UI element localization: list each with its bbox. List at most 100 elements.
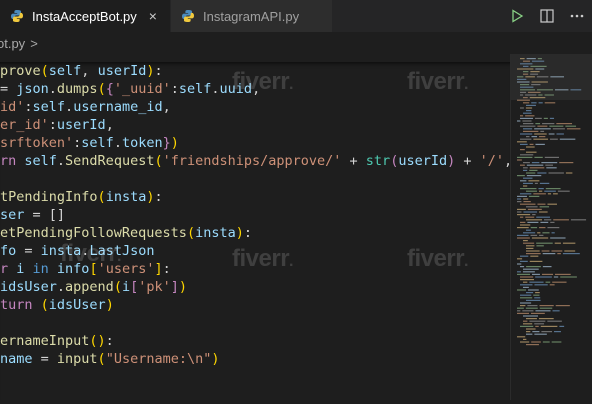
split-editor-icon[interactable] bbox=[532, 0, 562, 32]
minimap-line bbox=[523, 211, 538, 213]
minimap-line bbox=[520, 115, 524, 117]
code-line[interactable]: idsUser.append(i['pk']) bbox=[0, 278, 510, 296]
run-icon[interactable] bbox=[502, 0, 532, 32]
minimap-line bbox=[545, 188, 561, 190]
minimap-line bbox=[517, 227, 529, 229]
minimap-line bbox=[527, 208, 542, 210]
minimap-line bbox=[565, 172, 573, 174]
code-token: info bbox=[56, 261, 90, 277]
minimap-line bbox=[554, 242, 561, 244]
minimap-line bbox=[523, 182, 533, 184]
code-line[interactable]: etPendingFollowRequests(insta): bbox=[0, 224, 510, 242]
minimap-line bbox=[532, 214, 536, 216]
minimap-line bbox=[522, 271, 535, 273]
code-line[interactable]: ser = [] bbox=[0, 206, 510, 224]
minimap-line bbox=[553, 276, 559, 278]
more-actions-icon[interactable] bbox=[562, 0, 592, 32]
code-line[interactable]: name = input("Username:\n") bbox=[0, 350, 510, 368]
minimap-line bbox=[526, 292, 534, 294]
close-icon[interactable]: × bbox=[149, 8, 157, 24]
tab-insta-accept-bot[interactable]: InstaAcceptBot.py × bbox=[0, 0, 170, 32]
code-line[interactable]: = json.dumps({'_uuid':self.uuid, bbox=[0, 80, 510, 98]
code-line[interactable]: ernameInput(): bbox=[0, 332, 510, 350]
minimap-line bbox=[523, 281, 528, 283]
minimap-line bbox=[538, 188, 544, 190]
code-editor[interactable]: prove(self, userId): = json.dumps({'_uuid… bbox=[0, 62, 510, 400]
minimap-line bbox=[520, 260, 528, 262]
minimap-line bbox=[529, 143, 534, 145]
minimap-line bbox=[526, 344, 539, 346]
code-token: ) bbox=[105, 297, 114, 313]
code-token: 'users' bbox=[97, 261, 155, 277]
code-line[interactable]: tPendingInfo(insta): bbox=[0, 188, 510, 206]
code-token: SendRequest bbox=[65, 153, 155, 169]
minimap-line bbox=[517, 198, 522, 200]
minimap-line bbox=[526, 175, 542, 177]
minimap-line bbox=[531, 136, 538, 138]
code-token: insta bbox=[105, 189, 147, 205]
minimap-line bbox=[523, 177, 533, 179]
code-token: LastJson bbox=[89, 243, 155, 259]
minimap-line bbox=[559, 325, 565, 327]
code-line[interactable]: rn self.SendRequest('friendships/approve… bbox=[0, 152, 510, 170]
code-line[interactable]: srftoken':self.token}) bbox=[0, 134, 510, 152]
minimap-line bbox=[529, 281, 544, 283]
tab-instagram-api[interactable]: InstagramAPI.py bbox=[170, 0, 332, 32]
code-line[interactable]: turn (idsUser) bbox=[0, 296, 510, 314]
minimap-line bbox=[526, 206, 538, 208]
code-line[interactable]: id':self.username_id, bbox=[0, 98, 510, 116]
code-line[interactable] bbox=[0, 314, 510, 332]
minimap-line bbox=[526, 247, 534, 249]
minimap-line bbox=[520, 297, 533, 299]
minimap-line bbox=[526, 151, 537, 153]
code-token: , bbox=[81, 63, 98, 79]
minimap-line bbox=[520, 107, 524, 109]
minimap-line bbox=[534, 297, 541, 299]
minimap-line bbox=[520, 125, 536, 127]
minimap-line bbox=[545, 164, 553, 166]
minimap[interactable] bbox=[511, 54, 592, 400]
minimap-line bbox=[520, 193, 532, 195]
breadcrumb-file[interactable]: ot.py bbox=[0, 36, 25, 51]
code-token: userId bbox=[56, 117, 106, 133]
minimap-line bbox=[541, 331, 553, 333]
code-line[interactable]: prove(self, userId): bbox=[0, 62, 510, 80]
minimap-line bbox=[517, 237, 530, 239]
minimap-line bbox=[520, 224, 531, 226]
code-token: , bbox=[105, 117, 114, 133]
minimap-line bbox=[526, 331, 531, 333]
minimap-line bbox=[538, 318, 554, 320]
breadcrumb[interactable]: ot.py > bbox=[0, 32, 592, 54]
minimap-line bbox=[542, 266, 552, 268]
minimap-line bbox=[555, 273, 571, 275]
minimap-line bbox=[520, 221, 526, 223]
minimap-slider[interactable] bbox=[511, 54, 592, 100]
code-token: ( bbox=[40, 63, 49, 79]
code-token: r bbox=[0, 261, 17, 277]
minimap-line bbox=[535, 276, 552, 278]
minimap-line bbox=[517, 258, 523, 260]
minimap-line bbox=[527, 221, 539, 223]
minimap-line bbox=[536, 242, 553, 244]
minimap-line bbox=[526, 245, 535, 247]
minimap-line bbox=[566, 128, 581, 130]
code-line[interactable] bbox=[0, 170, 510, 188]
minimap-line bbox=[550, 138, 558, 140]
code-token: str bbox=[365, 153, 391, 169]
code-line[interactable]: er_id':userId, bbox=[0, 116, 510, 134]
code-token: id' bbox=[0, 99, 25, 115]
minimap-line bbox=[529, 320, 546, 322]
code-token: ( bbox=[97, 189, 106, 205]
minimap-line bbox=[557, 190, 570, 192]
code-token: : bbox=[24, 99, 33, 115]
minimap-line bbox=[525, 216, 535, 218]
code-token: ) bbox=[235, 225, 244, 241]
code-line[interactable]: r i in info['users']: bbox=[0, 260, 510, 278]
minimap-line bbox=[523, 198, 529, 200]
minimap-line bbox=[523, 112, 532, 114]
python-file-icon bbox=[10, 9, 24, 23]
minimap-line bbox=[549, 125, 564, 127]
code-line[interactable]: fo = insta.LastJson bbox=[0, 242, 510, 260]
minimap-line bbox=[526, 266, 541, 268]
minimap-line bbox=[517, 211, 522, 213]
